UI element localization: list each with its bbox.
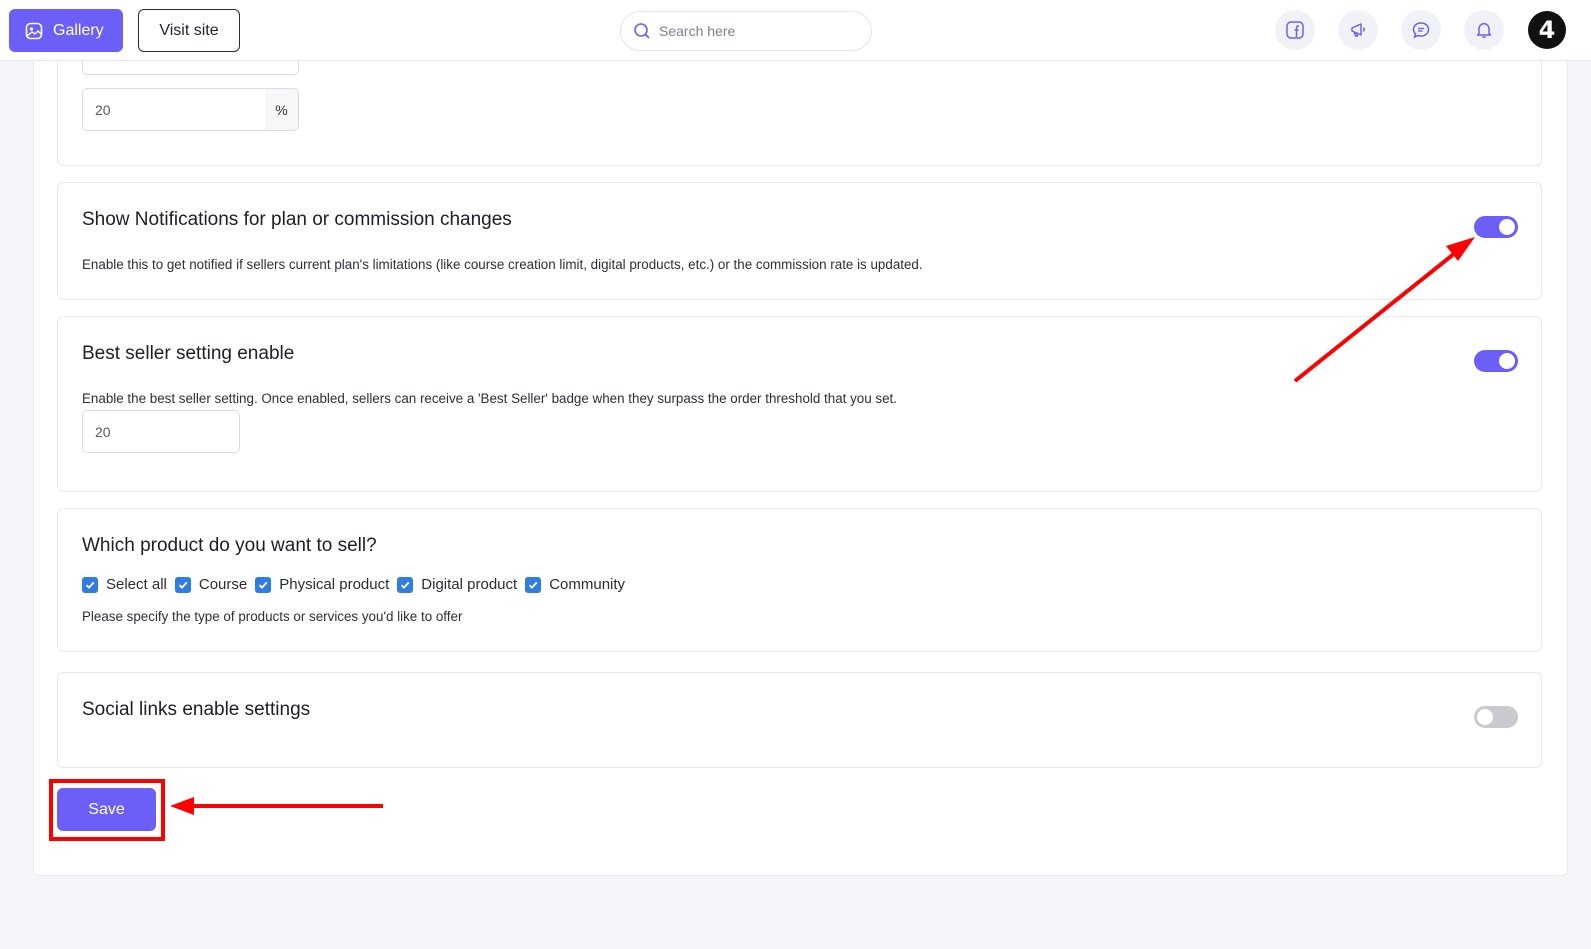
checkmark-icon bbox=[255, 576, 272, 593]
toggle-knob bbox=[1499, 353, 1515, 369]
notifications-card: Show Notifications for plan or commissio… bbox=[57, 182, 1542, 300]
social-links-title: Social links enable settings bbox=[82, 699, 311, 720]
checkmark-icon bbox=[174, 576, 191, 593]
save-button[interactable]: Save bbox=[57, 788, 156, 831]
checkbox-physical-product[interactable]: Physical product bbox=[255, 576, 389, 593]
products-title: Which product do you want to sell? bbox=[82, 535, 377, 556]
search-bar bbox=[620, 11, 872, 51]
bell-icon[interactable] bbox=[1464, 10, 1504, 50]
best-seller-toggle[interactable] bbox=[1474, 350, 1518, 372]
product-options: Select all Course Physical product Digit… bbox=[82, 576, 633, 593]
notifications-toggle[interactable] bbox=[1474, 216, 1518, 238]
checkmark-icon bbox=[397, 576, 414, 593]
percent-suffix: % bbox=[265, 88, 299, 131]
checkbox-course[interactable]: Course bbox=[174, 576, 248, 593]
search-icon bbox=[634, 23, 650, 39]
best-seller-card: Best seller setting enable Enable the be… bbox=[57, 316, 1542, 492]
visit-site-button[interactable]: Visit site bbox=[138, 9, 240, 52]
avatar[interactable]: 4 bbox=[1528, 11, 1566, 49]
checkbox-digital-product[interactable]: Digital product bbox=[397, 576, 517, 593]
gallery-icon bbox=[25, 22, 43, 39]
social-links-toggle[interactable] bbox=[1474, 706, 1518, 728]
gallery-label: Gallery bbox=[53, 21, 104, 39]
checkbox-label: Course bbox=[198, 576, 248, 593]
best-seller-threshold-input[interactable]: 20 bbox=[82, 410, 240, 453]
checkbox-label: Select all bbox=[106, 576, 167, 593]
best-seller-description: Enable the best seller setting. Once ena… bbox=[82, 391, 897, 406]
social-links-card: Social links enable settings bbox=[57, 672, 1542, 768]
checkbox-label: Community bbox=[549, 576, 626, 593]
checkmark-icon bbox=[82, 576, 98, 593]
commission-rate-input[interactable]: 20 bbox=[82, 88, 266, 131]
products-hint: Please specify the type of products or s… bbox=[82, 609, 463, 624]
search-input[interactable] bbox=[659, 23, 849, 39]
top-bar: Gallery Visit site 4 bbox=[0, 0, 1591, 61]
toggle-knob bbox=[1499, 219, 1515, 235]
notifications-title: Show Notifications for plan or commissio… bbox=[82, 209, 512, 230]
megaphone-icon[interactable] bbox=[1338, 10, 1378, 50]
toggle-knob bbox=[1477, 709, 1493, 725]
checkbox-select-all[interactable]: Select all bbox=[82, 576, 167, 593]
gallery-button[interactable]: Gallery bbox=[9, 9, 123, 52]
best-seller-title: Best seller setting enable bbox=[82, 343, 295, 364]
checkbox-label: Physical product bbox=[279, 576, 390, 593]
notifications-description: Enable this to get notified if sellers c… bbox=[82, 257, 923, 272]
checkmark-icon bbox=[525, 576, 542, 593]
checkbox-label: Digital product bbox=[421, 576, 518, 593]
chat-icon[interactable] bbox=[1401, 10, 1441, 50]
products-card: Which product do you want to sell? Selec… bbox=[57, 508, 1542, 652]
facebook-icon[interactable] bbox=[1275, 10, 1315, 50]
checkbox-community[interactable]: Community bbox=[525, 576, 625, 593]
